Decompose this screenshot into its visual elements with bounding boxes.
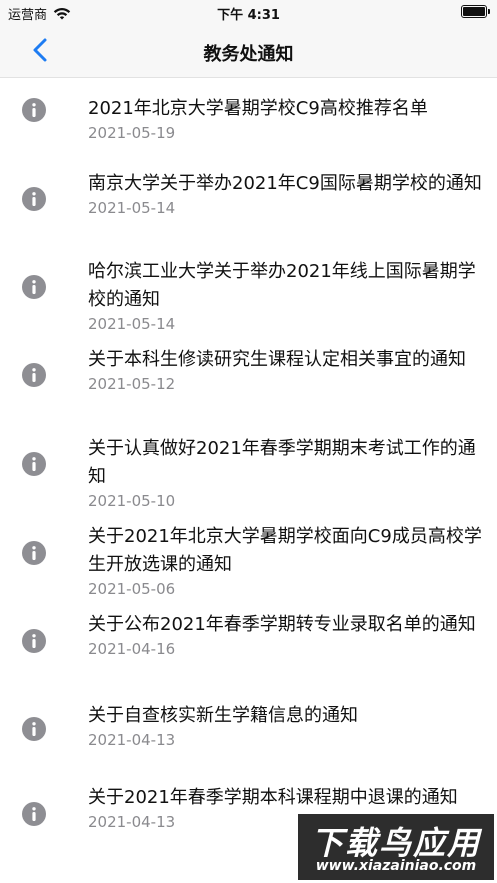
notice-text: 关于2021年北京大学暑期学校面向C9成员高校学生开放选课的通知 2021-05… <box>88 523 483 599</box>
notice-title: 关于本科生修读研究生课程认定相关事宜的通知 <box>88 349 466 370</box>
notice-title: 关于公布2021年春季学期转专业录取名单的通知 <box>88 614 476 635</box>
notice-date: 2021-05-14 <box>88 199 176 217</box>
notice-text: 2021年北京大学暑期学校C9高校推荐名单 2021-05-19 <box>88 95 483 143</box>
notice-item-2[interactable]: 南京大学关于举办2021年C9国际暑期学校的通知 2021-05-14 <box>0 166 497 254</box>
notice-item-1[interactable]: 2021年北京大学暑期学校C9高校推荐名单 2021-05-19 <box>0 78 497 166</box>
notice-date: 2021-05-12 <box>88 375 176 393</box>
info-icon <box>22 275 46 299</box>
notice-text: 关于自查核实新生学籍信息的通知 2021-04-13 <box>88 702 483 750</box>
watermark-logo: 下载鸟应用 www.xiazainiao.com <box>298 814 494 880</box>
notice-item-3[interactable]: 哈尔滨工业大学关于举办2021年线上国际暑期学校的通知 2021-05-14 <box>0 254 497 342</box>
notice-text: 关于本科生修读研究生课程认定相关事宜的通知 2021-05-12 <box>88 346 483 394</box>
battery-icon <box>461 5 490 18</box>
notice-text: 南京大学关于举办2021年C9国际暑期学校的通知 2021-05-14 <box>88 170 483 218</box>
notice-item-5[interactable]: 关于认真做好2021年春季学期期末考试工作的通知 2021-05-10 <box>0 431 497 519</box>
info-icon <box>22 802 46 826</box>
notice-title: 南京大学关于举办2021年C9国际暑期学校的通知 <box>88 173 482 194</box>
notice-title: 2021年北京大学暑期学校C9高校推荐名单 <box>88 98 428 119</box>
status-time: 下午 4:31 <box>217 8 280 23</box>
notice-title: 关于认真做好2021年春季学期期末考试工作的通知 <box>88 438 476 487</box>
notice-date: 2021-05-10 <box>88 492 176 510</box>
notice-date: 2021-04-13 <box>88 731 176 749</box>
watermark-url: www.xiazainiao.com <box>315 858 477 874</box>
battery-tip <box>488 9 490 14</box>
page-title: 教务处通知 <box>203 44 294 65</box>
nav-bar: 教务处通知 <box>0 26 497 78</box>
notice-text: 哈尔滨工业大学关于举办2021年线上国际暑期学校的通知 2021-05-14 <box>88 258 483 334</box>
notice-title: 哈尔滨工业大学关于举办2021年线上国际暑期学校的通知 <box>88 261 476 310</box>
notice-text: 关于认真做好2021年春季学期期末考试工作的通知 2021-05-10 <box>88 435 483 511</box>
info-icon <box>22 452 46 476</box>
notice-list: 2021年北京大学暑期学校C9高校推荐名单 2021-05-19 南京大学关于举… <box>0 78 497 868</box>
info-icon <box>22 717 46 741</box>
info-icon <box>22 363 46 387</box>
battery-level <box>463 7 485 16</box>
info-icon <box>22 541 46 565</box>
notice-item-8[interactable]: 关于自查核实新生学籍信息的通知 2021-04-13 <box>0 696 497 776</box>
notice-item-7[interactable]: 关于公布2021年春季学期转专业录取名单的通知 2021-04-16 <box>0 607 497 696</box>
info-icon <box>22 187 46 211</box>
screen: 运营商 下午 4:31 教务处通知 2021年北京大学暑期学校C9高校推荐名单 … <box>0 0 497 883</box>
notice-title: 关于2021年春季学期本科课程期中退课的通知 <box>88 787 458 808</box>
notice-item-6[interactable]: 关于2021年北京大学暑期学校面向C9成员高校学生开放选课的通知 2021-05… <box>0 519 497 607</box>
notice-date: 2021-05-14 <box>88 315 176 333</box>
notice-title: 关于2021年北京大学暑期学校面向C9成员高校学生开放选课的通知 <box>88 526 482 575</box>
info-icon <box>22 629 46 653</box>
notice-title: 关于自查核实新生学籍信息的通知 <box>88 705 358 726</box>
notice-date: 2021-05-06 <box>88 580 176 598</box>
notice-item-4[interactable]: 关于本科生修读研究生课程认定相关事宜的通知 2021-05-12 <box>0 342 497 431</box>
status-bar: 运营商 下午 4:31 <box>0 0 497 26</box>
info-icon <box>22 98 46 122</box>
notice-date: 2021-04-16 <box>88 640 176 658</box>
notice-date: 2021-05-19 <box>88 124 176 142</box>
notice-text: 关于公布2021年春季学期转专业录取名单的通知 2021-04-16 <box>88 611 483 659</box>
